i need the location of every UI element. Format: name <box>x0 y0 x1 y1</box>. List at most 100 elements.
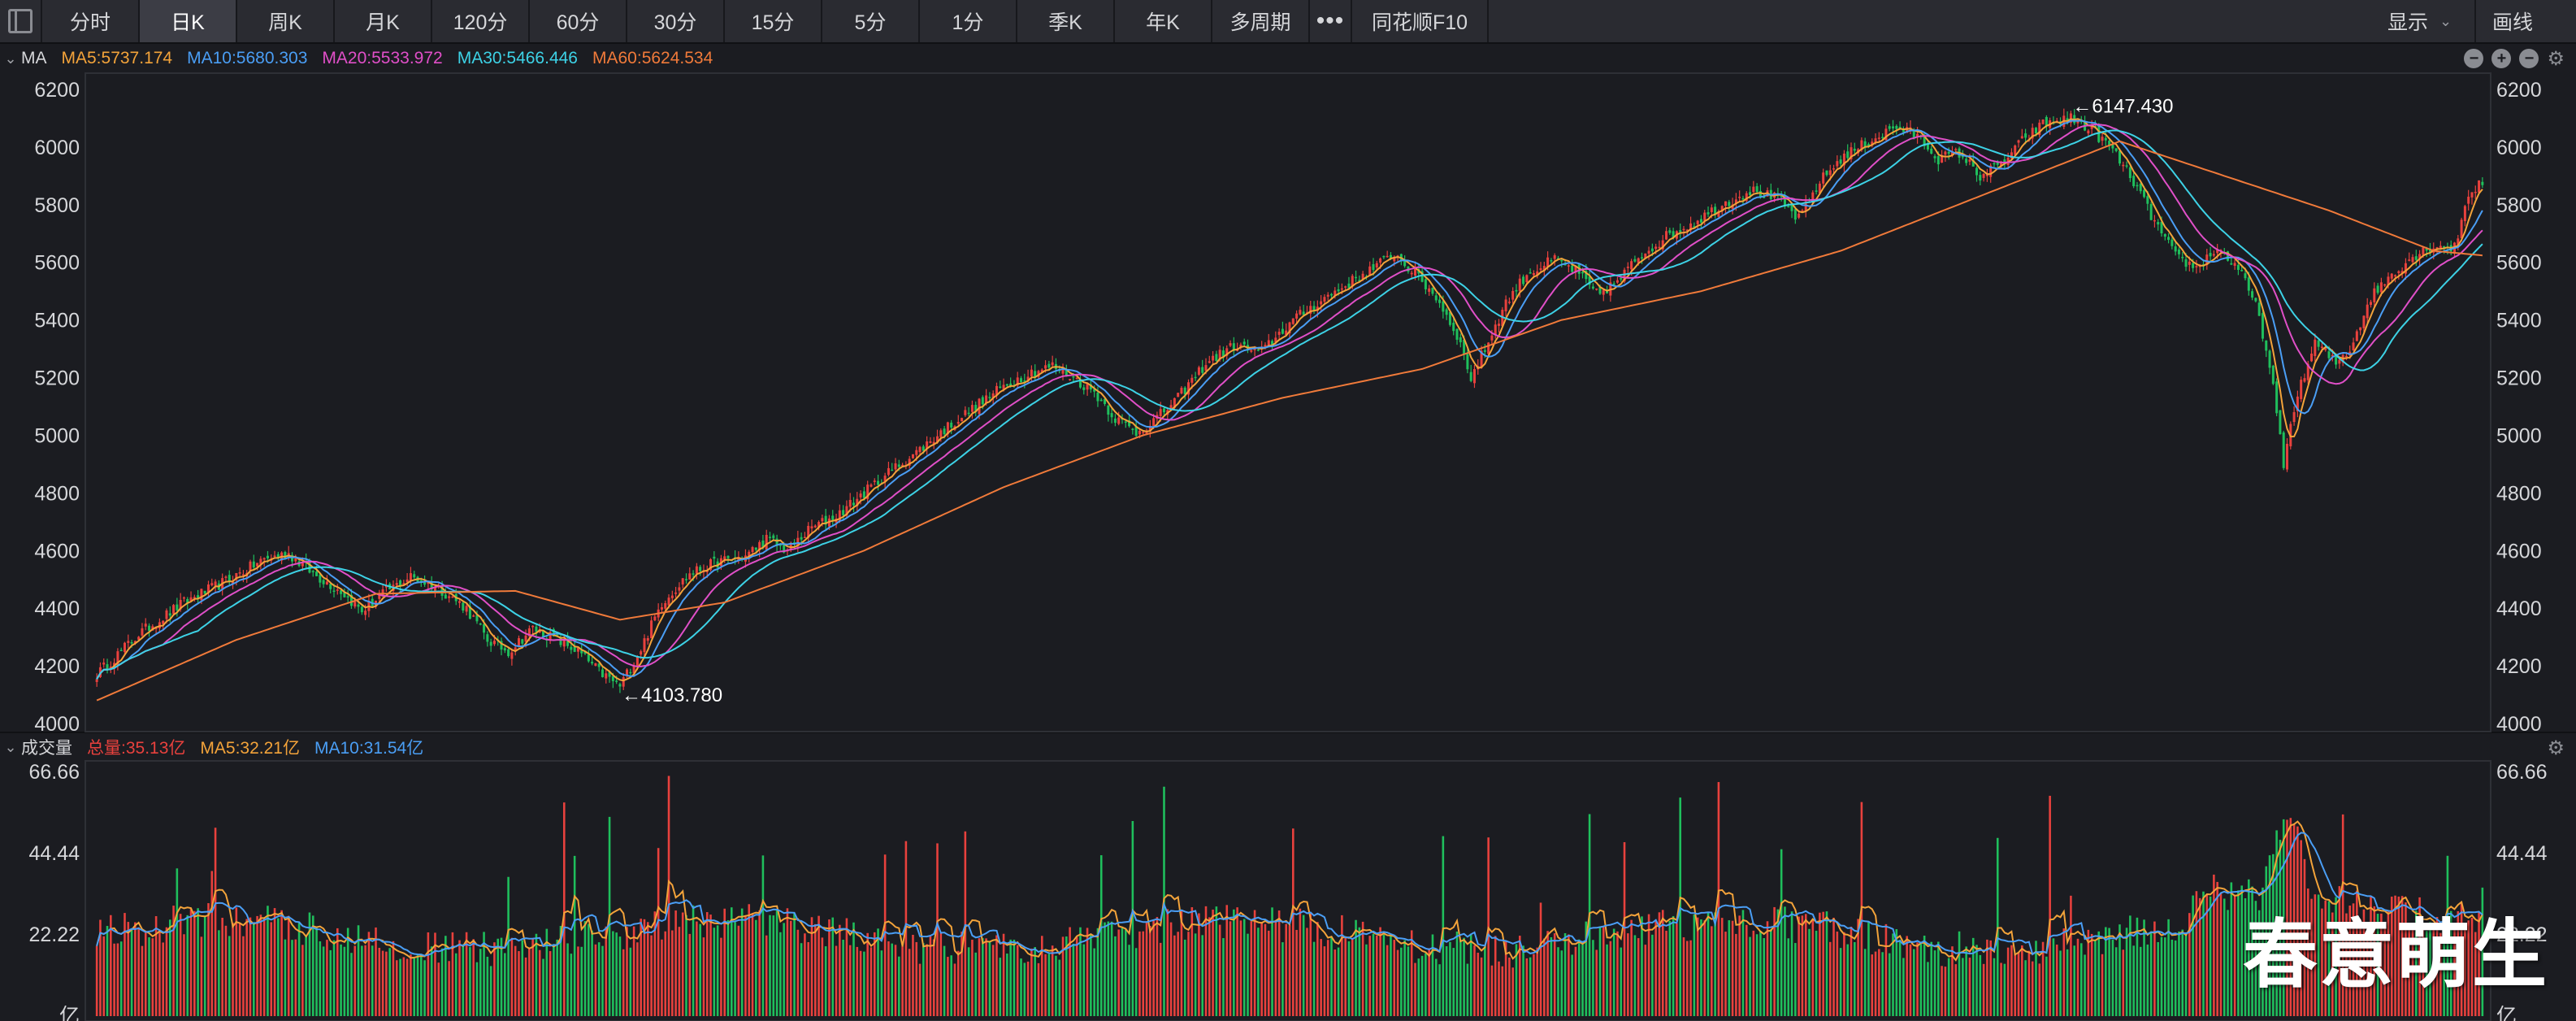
volume-bar <box>1323 946 1326 1016</box>
candle-body <box>2136 185 2139 187</box>
volume-bar <box>458 940 461 1016</box>
volume-bar <box>1574 946 1577 1016</box>
price-tick-label-right: 6000 <box>2496 137 2542 159</box>
candle-body <box>1682 228 1685 231</box>
candle-body <box>346 596 349 597</box>
volume-bar <box>859 950 862 1016</box>
volume-bar <box>1627 933 1629 1016</box>
kline-chart[interactable]: 6200 6200 6000 6000 5800 5800 5600 5600 5400 5400… <box>0 0 2576 1021</box>
volume-bar <box>1233 909 1235 1016</box>
volume-bar <box>601 945 604 1016</box>
candle-body <box>1281 328 1284 334</box>
volume-bar <box>1602 927 1605 1016</box>
volume-bar <box>1798 916 1800 1016</box>
candle-body <box>127 641 130 643</box>
volume-bar <box>1134 948 1138 1016</box>
volume-bar <box>1107 921 1110 1016</box>
candle-body <box>200 589 203 601</box>
volume-bar <box>1379 927 1381 1016</box>
candle-body <box>765 534 768 550</box>
volume-bar <box>929 936 932 1016</box>
volume-bar <box>950 955 952 1016</box>
candle-body <box>1291 318 1295 324</box>
volume-bar <box>1958 931 1961 1016</box>
volume-bar <box>2079 943 2083 1016</box>
candle-body <box>249 561 252 571</box>
candle-body <box>2268 350 2271 368</box>
candle-body <box>2247 277 2250 291</box>
candle-body <box>870 484 873 487</box>
candle-body <box>922 446 925 451</box>
volume-bar <box>947 957 949 1016</box>
candle-body <box>1982 173 1985 178</box>
candle-body <box>1208 361 1211 363</box>
candle-body <box>1877 137 1880 139</box>
volume-bar <box>618 936 622 1016</box>
volume-bar <box>1480 957 1483 1016</box>
candle-body <box>1620 278 1623 280</box>
volume-bar <box>982 938 984 1016</box>
candle-body <box>1532 272 1535 276</box>
volume-bar <box>1124 929 1127 1016</box>
price-tick-label-right: 5400 <box>2496 310 2542 332</box>
candle-body <box>646 637 649 641</box>
volume-bar <box>2024 960 2027 1016</box>
candle-body <box>1162 408 1165 413</box>
volume-bar <box>1334 949 1337 1016</box>
candle-body <box>1654 246 1658 250</box>
volume-bar <box>1023 962 1026 1016</box>
volume-bar <box>1728 920 1731 1016</box>
candle-body <box>1382 255 1386 258</box>
volume-bar <box>956 950 960 1016</box>
candle-body <box>964 410 967 415</box>
volume-bar <box>1518 936 1521 1016</box>
candle-body <box>1985 175 1988 176</box>
volume-bar <box>1455 931 1459 1016</box>
candle-body <box>1892 126 1895 128</box>
volume-bar <box>1508 957 1511 1016</box>
volume-bar <box>1888 953 1891 1016</box>
volume-bar <box>1490 965 1494 1016</box>
volume-bar <box>252 923 255 1016</box>
candle-body <box>1553 255 1556 259</box>
candle-body <box>1581 272 1585 274</box>
volume-bar <box>1937 941 1940 1016</box>
candle-body <box>2034 128 2037 134</box>
candle-body <box>961 418 964 422</box>
volume-bar <box>1550 936 1553 1016</box>
candle-body <box>483 623 486 633</box>
candle-body <box>262 558 266 560</box>
candle-body <box>2024 133 2027 138</box>
volume-bar <box>531 938 534 1016</box>
volume-bar <box>1525 958 1529 1016</box>
volume-bar <box>856 946 859 1016</box>
candle-body <box>1424 279 1427 289</box>
candle-body <box>448 596 451 598</box>
volume-bar <box>730 907 733 1016</box>
volume-bar <box>2055 944 2058 1016</box>
candle-body <box>1051 362 1054 366</box>
volume-bar <box>1274 920 1277 1016</box>
volume-bar <box>835 945 838 1016</box>
volume-bar <box>2157 941 2159 1016</box>
volume-bar <box>974 952 978 1016</box>
candle-body <box>2240 270 2244 272</box>
low-annotation: ←4103.780 <box>622 684 722 706</box>
candle-body <box>1626 267 1629 268</box>
volume-bar <box>1400 947 1403 1016</box>
candle-body <box>224 576 228 578</box>
volume-bar <box>1560 950 1563 1016</box>
volume-bar <box>2014 953 2017 1016</box>
volume-bar <box>2066 949 2069 1016</box>
candle-body <box>119 650 123 652</box>
candle-body <box>353 602 357 607</box>
volume-bar <box>1909 944 1912 1016</box>
volume-bar <box>755 919 757 1016</box>
candle-body <box>1749 192 1752 195</box>
candle-body <box>1822 172 1825 184</box>
candle-body <box>1787 206 1790 208</box>
candle-body <box>2233 263 2236 266</box>
candle-body <box>1455 328 1459 340</box>
volume-bar <box>1902 958 1905 1016</box>
volume-bar <box>1302 915 1305 1016</box>
